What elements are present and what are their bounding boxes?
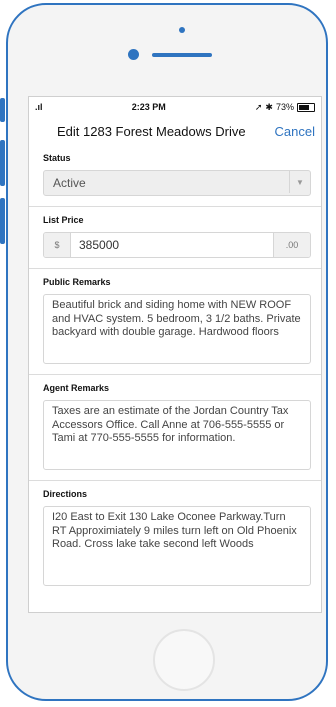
volume-up-button	[0, 140, 5, 186]
directions-label: Directions	[43, 489, 88, 499]
signal-icon: .ıl	[35, 102, 43, 112]
status-label: Status	[43, 153, 71, 163]
status-select[interactable]: Active ▼	[43, 170, 311, 196]
battery-percent: 73%	[275, 102, 294, 112]
location-icon: ➚	[254, 101, 263, 112]
app-screen: .ıl 2:23 PM ➚ ✱ 73% Edit 1283 Forest Mea…	[28, 96, 322, 613]
public-remarks-textarea[interactable]: Beautiful brick and siding home with NEW…	[43, 294, 311, 364]
public-remarks-label: Public Remarks	[43, 277, 111, 287]
status-section: Status Active ▼	[29, 145, 321, 207]
list-price-field[interactable]: $ 385000 .00	[43, 232, 311, 258]
directions-textarea[interactable]: I20 East to Exit 130 Lake Oconee Parkway…	[43, 506, 311, 586]
phone-frame: .ıl 2:23 PM ➚ ✱ 73% Edit 1283 Forest Mea…	[6, 3, 328, 701]
directions-section: Directions I20 East to Exit 130 Lake Oco…	[29, 481, 321, 596]
cents-suffix: .00	[273, 233, 310, 257]
cancel-button[interactable]: Cancel	[275, 124, 315, 139]
status-right: ➚ ✱ 73%	[255, 102, 315, 113]
nav-bar: Edit 1283 Forest Meadows Drive Cancel	[29, 117, 321, 145]
status-time: 2:23 PM	[131, 102, 166, 112]
battery-icon	[296, 102, 315, 112]
home-button[interactable]	[153, 629, 215, 691]
list-price-label: List Price	[43, 215, 84, 225]
sensor-dot	[179, 27, 185, 33]
list-price-section: List Price $ 385000 .00	[29, 207, 321, 269]
agent-remarks-label: Agent Remarks	[43, 383, 110, 393]
page-title: Edit 1283 Forest Meadows Drive	[57, 123, 246, 139]
agent-remarks-section: Agent Remarks Taxes are an estimate of t…	[29, 375, 321, 481]
status-value: Active	[53, 176, 86, 190]
status-bar: .ıl 2:23 PM ➚ ✱ 73%	[29, 97, 321, 117]
speaker-grille	[152, 53, 212, 57]
camera-icon	[128, 49, 139, 60]
chevron-down-icon: ▼	[289, 171, 310, 193]
agent-remarks-textarea[interactable]: Taxes are an estimate of the Jordan Coun…	[43, 400, 311, 470]
public-remarks-section: Public Remarks Beautiful brick and sidin…	[29, 269, 321, 375]
mute-switch	[0, 98, 5, 122]
bluetooth-icon: ✱	[265, 101, 273, 112]
currency-prefix: $	[44, 233, 71, 257]
volume-down-button	[0, 198, 5, 244]
list-price-input[interactable]: 385000	[71, 233, 273, 257]
